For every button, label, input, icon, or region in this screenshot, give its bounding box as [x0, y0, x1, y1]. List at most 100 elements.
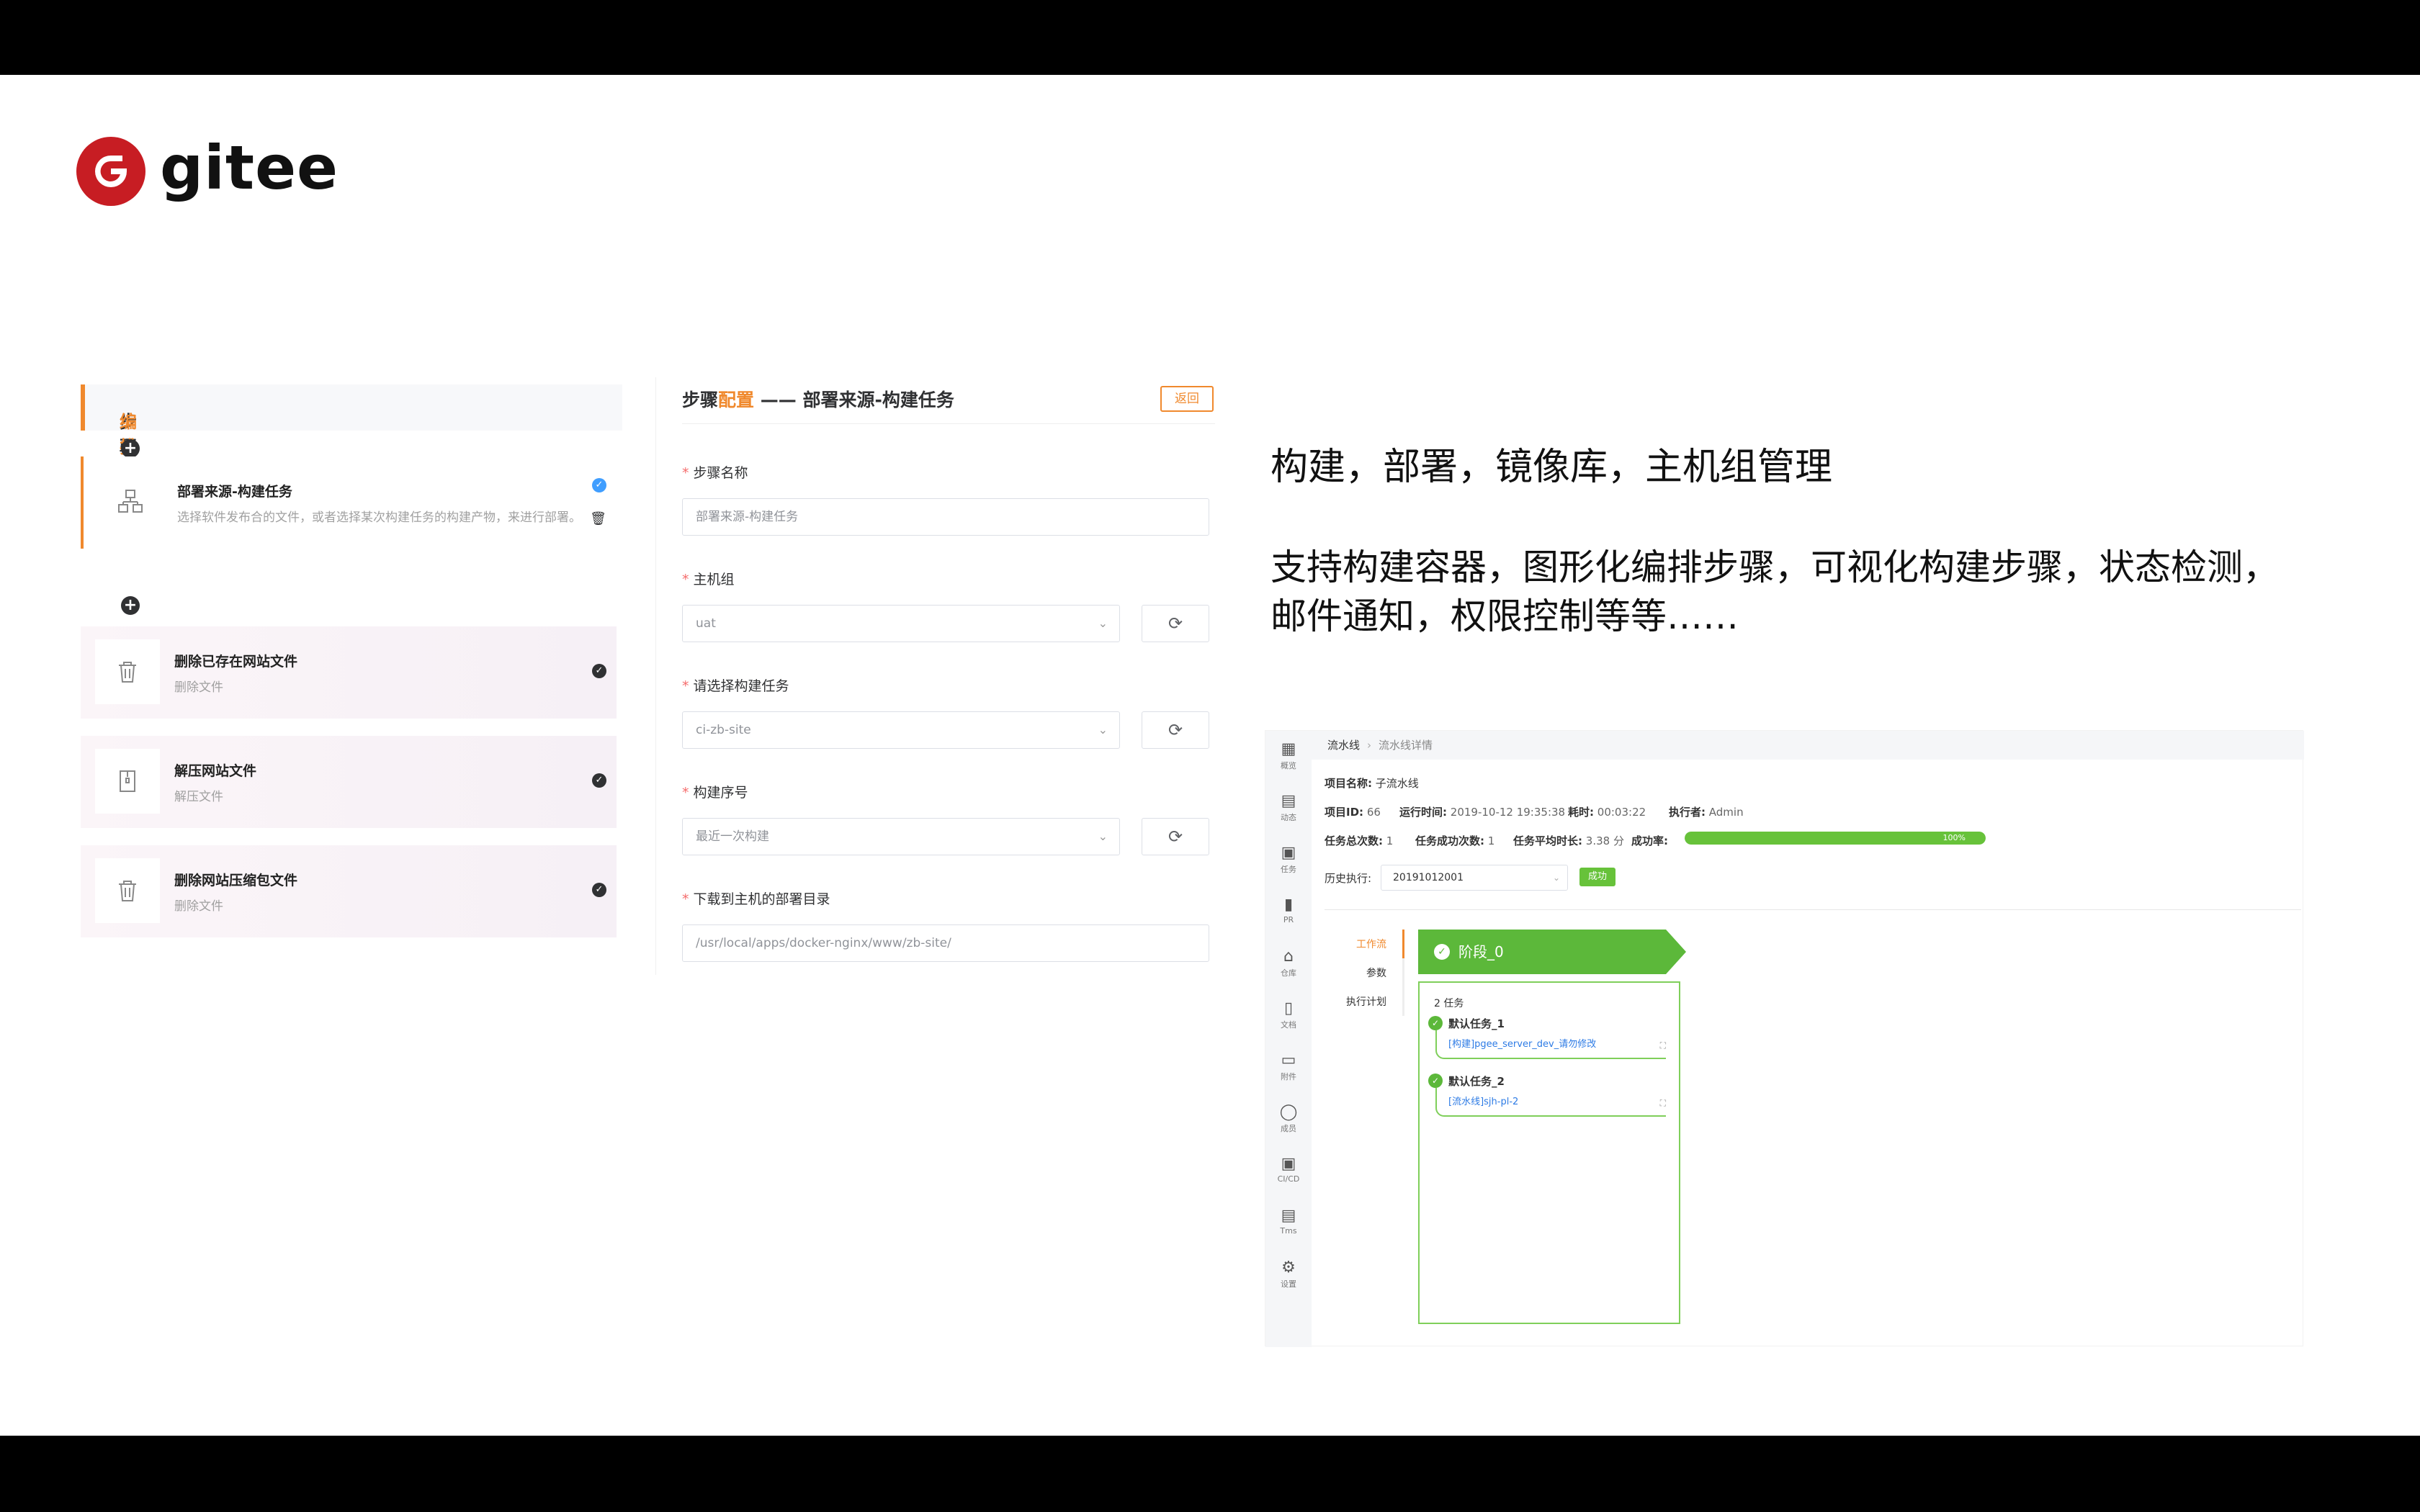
cicd-icon: ▣ — [1281, 1155, 1296, 1173]
user-icon: ◯ — [1279, 1103, 1298, 1121]
breadcrumb-pipeline[interactable]: 流水线 — [1327, 739, 1360, 752]
task-name: 默认任务_2 — [1448, 1075, 1505, 1088]
brand-name: gitee — [160, 132, 339, 203]
gear-icon: ⚙ — [1281, 1259, 1296, 1277]
home-icon: ⌂ — [1283, 948, 1294, 966]
deploy-dir-input[interactable]: /usr/local/apps/docker-nginx/www/zb-site… — [682, 924, 1209, 962]
step-orchestration-panel: 步骤编排 + 部署来源-构建任务 选择软件发布合的文件，或者选择某次构建任务的构… — [81, 384, 622, 946]
stage-header[interactable]: ✓ 阶段_0 — [1418, 930, 1686, 974]
nav-item-pr[interactable]: ▮ PR — [1265, 895, 1312, 924]
pipeline-sidebar: ▦ 概览 ▤ 动态 ▣ 任务 ▮ PR ⌂ 仓库 ▯ 文档 ▭ 附件 ◯ 成员 ▣ CI/CD ▤… — [1265, 731, 1312, 1347]
step-item-build-source[interactable]: 部署来源-构建任务 选择软件发布合的文件，或者选择某次构建任务的构建产物，来进行… — [81, 456, 617, 549]
field-label-deploy-dir: * 下载到主机的部署目录 — [682, 891, 830, 907]
tab-schedule[interactable]: 执行计划 — [1325, 994, 1397, 1009]
success-rate-fill: 100% — [1685, 832, 1986, 845]
executor: 执行者: Admin — [1669, 806, 1744, 819]
return-button[interactable]: 返回 — [1160, 386, 1214, 412]
step-name-input[interactable]: 部署来源-构建任务 — [682, 498, 1209, 536]
status-badge: 成功 — [1579, 868, 1615, 886]
add-step-after-button[interactable]: + — [121, 596, 140, 615]
step-title: 删除网站压缩包文件 — [174, 873, 298, 888]
step-item-unzip-site[interactable]: 解压网站文件 解压文件 ✓ — [81, 736, 617, 828]
check-icon: ✓ — [592, 664, 606, 678]
step-item-delete-site[interactable]: 删除已存在网站文件 删除文件 ✓ — [81, 626, 617, 719]
field-label-build-number: * 构建序号 — [682, 785, 748, 801]
nav-item-tasks[interactable]: ▣ 任务 — [1265, 843, 1312, 875]
tab-workflow[interactable]: 工作流 — [1325, 937, 1397, 951]
project-name: 项目名称: 子流水线 — [1325, 777, 1419, 790]
nav-item-attachments[interactable]: ▭ 附件 — [1265, 1050, 1312, 1082]
tab-indicator — [1402, 930, 1404, 1016]
tab-params[interactable]: 参数 — [1325, 966, 1397, 980]
bar-chart-icon: ▮ — [1283, 896, 1294, 914]
step-desc: 删除文件 — [174, 899, 223, 914]
trash-icon — [95, 858, 160, 923]
check-icon: ✓ — [592, 883, 606, 897]
grid-icon: ▦ — [1281, 740, 1296, 758]
step-config-panel: 步骤配置 —— 部署来源-构建任务 返回 * 步骤名称 部署来源-构建任务 * 主机… — [655, 377, 1217, 975]
success-rate-bar: 100% — [1685, 832, 1986, 845]
archive-icon: ▤ — [1281, 1207, 1296, 1225]
nav-item-members[interactable]: ◯ 成员 — [1265, 1102, 1312, 1134]
delete-icon[interactable]: 🗑 — [590, 511, 606, 526]
history-select[interactable]: 20191012001 ⌄ — [1381, 865, 1568, 891]
nav-item-overview[interactable]: ▦ 概览 — [1265, 739, 1312, 771]
headline: 构建，部署，镜像库，主机组管理 — [1270, 446, 1833, 489]
title-prefix: 步骤 — [682, 390, 719, 410]
step-desc: 解压文件 — [174, 790, 223, 804]
title-highlight: 配置 — [718, 390, 755, 410]
nav-item-tms[interactable]: ▤ Tms — [1265, 1206, 1312, 1236]
nav-item-repo[interactable]: ⌂ 仓库 — [1265, 947, 1312, 978]
title-suffix: —— 部署来源-构建任务 — [754, 390, 954, 410]
stage-box: 2 任务 ✓ 默认任务_1 [构建]pgee_server_dev_请勿修改 ⛶… — [1418, 981, 1680, 1324]
step-title: 删除已存在网站文件 — [174, 654, 298, 670]
add-step-before-button[interactable]: + — [121, 439, 140, 458]
check-icon: ✓ — [1434, 944, 1450, 960]
task-item[interactable]: ✓ 默认任务_1 [构建]pgee_server_dev_请勿修改 ⛶ — [1428, 1016, 1673, 1061]
expand-icon[interactable]: ⛶ — [1660, 1040, 1666, 1051]
pipeline-detail-panel: ▦ 概览 ▤ 动态 ▣ 任务 ▮ PR ⌂ 仓库 ▯ 文档 ▭ 附件 ◯ 成员 ▣ CI/CD ▤… — [1265, 730, 2304, 1347]
divider — [1325, 909, 2301, 910]
success-rate-text: 100% — [1942, 833, 1966, 842]
total-runs: 任务总次数: 1 — [1325, 834, 1394, 847]
task-name: 默认任务_1 — [1448, 1017, 1505, 1030]
step-orchestration-header: 步骤编排 — [81, 384, 622, 457]
step-title: 解压网站文件 — [174, 763, 257, 779]
expand-icon[interactable]: ⛶ — [1660, 1098, 1666, 1109]
zip-icon — [95, 749, 160, 814]
nav-item-cicd[interactable]: ▣ CI/CD — [1265, 1154, 1312, 1184]
task-link[interactable]: [流水线]sjh-pl-2 — [1448, 1094, 1518, 1107]
field-label-build-task: * 请选择构建任务 — [682, 678, 789, 694]
success-runs: 任务成功次数: 1 — [1415, 834, 1495, 847]
step-title: 部署来源-构建任务 — [177, 484, 292, 500]
refresh-build-number-button[interactable]: ⟳ — [1142, 818, 1209, 855]
step-desc: 选择软件发布合的文件，或者选择某次构建任务的构建产物，来进行部署。 — [177, 510, 581, 525]
stage-name: 阶段_0 — [1458, 943, 1504, 960]
step-item-delete-zip[interactable]: 删除网站压缩包文件 删除文件 ✓ — [81, 845, 617, 937]
chevron-down-icon: ⌄ — [1098, 616, 1108, 630]
header-divider — [682, 423, 1215, 424]
build-task-select[interactable]: ci-zb-site ⌄ — [682, 711, 1120, 749]
clipboard-icon: ▣ — [1281, 844, 1296, 862]
nav-item-docs[interactable]: ▯ 文档 — [1265, 999, 1312, 1030]
project-id: 项目ID: 66 — [1325, 806, 1381, 819]
avg-time: 任务平均时长: 3.38 分 — [1513, 834, 1624, 847]
gitee-logo-icon — [76, 137, 145, 206]
chevron-down-icon: ⌄ — [1552, 873, 1560, 883]
nav-item-activity[interactable]: ▤ 动态 — [1265, 791, 1312, 823]
build-number-select[interactable]: 最近一次构建 ⌄ — [682, 818, 1120, 855]
chat-icon: ▤ — [1281, 792, 1296, 810]
check-icon: ✓ — [592, 478, 606, 492]
task-item[interactable]: ✓ 默认任务_2 [流水线]sjh-pl-2 ⛶ — [1428, 1074, 1673, 1118]
check-icon: ✓ — [1428, 1074, 1443, 1088]
host-group-select[interactable]: uat ⌄ — [682, 605, 1120, 642]
chevron-down-icon: ⌄ — [1098, 829, 1108, 843]
nav-item-settings[interactable]: ⚙ 设置 — [1265, 1258, 1312, 1290]
check-icon: ✓ — [1428, 1016, 1443, 1030]
breadcrumb-detail: 流水线详情 — [1379, 739, 1433, 752]
refresh-build-task-button[interactable]: ⟳ — [1142, 711, 1209, 749]
refresh-host-group-button[interactable]: ⟳ — [1142, 605, 1209, 642]
field-label-host-group: * 主机组 — [682, 572, 735, 588]
step-config-title: 步骤配置 —— 部署来源-构建任务 — [682, 386, 954, 412]
task-link[interactable]: [构建]pgee_server_dev_请勿修改 — [1448, 1036, 1596, 1050]
